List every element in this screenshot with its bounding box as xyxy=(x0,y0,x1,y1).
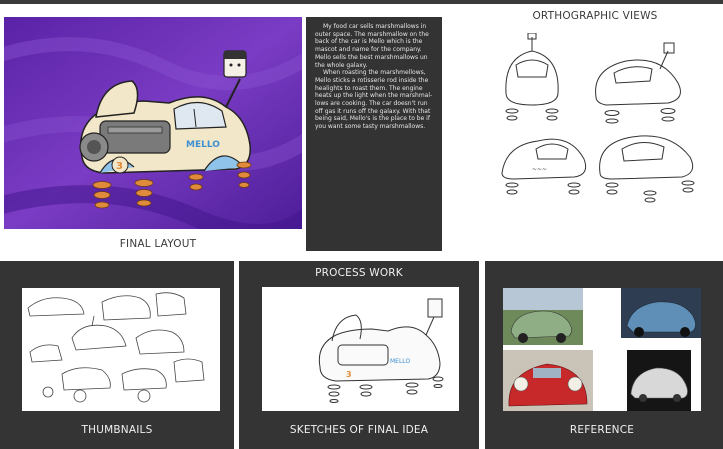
final-layout-artwork: MELLO 3 xyxy=(4,17,302,229)
reference-panel: REFERENCE xyxy=(485,261,723,449)
svg-text:MELLO: MELLO xyxy=(390,358,410,365)
description-paragraph-1: My food car sells marshmallows in outer … xyxy=(315,23,429,69)
description-paragraph-2: When roasting the marshmellows, Mello st… xyxy=(315,69,433,131)
final-layout-caption: FINAL LAYOUT xyxy=(119,238,197,250)
description-panel: My food car sells marshmallows in outer … xyxy=(306,17,442,251)
final-idea-sketch: MELLO 3 xyxy=(262,287,459,411)
svg-text:3: 3 xyxy=(346,370,352,379)
orthographic-sketches: ~~~ xyxy=(492,33,708,213)
car-number: 3 xyxy=(116,161,123,172)
thumbnails-panel: THUMBNAILS xyxy=(0,261,234,449)
thumbnails-caption: THUMBNAILS xyxy=(81,424,153,436)
sketches-caption: SKETCHES OF FINAL IDEA xyxy=(289,424,429,436)
car-badge: MELLO xyxy=(186,140,220,150)
reference-caption: REFERENCE xyxy=(569,424,635,436)
top-bar xyxy=(0,0,723,4)
reference-photos xyxy=(503,288,701,411)
thumbnail-sketches xyxy=(22,288,220,411)
process-work-panel: PROCESS WORK MELLO 3 SKETCHES OF FINAL I… xyxy=(239,261,479,449)
orthographic-views-caption: ORTHOGRAPHIC VIEWS xyxy=(532,10,658,22)
process-work-caption: PROCESS WORK xyxy=(315,267,403,279)
svg-text:~~~: ~~~ xyxy=(532,166,547,173)
